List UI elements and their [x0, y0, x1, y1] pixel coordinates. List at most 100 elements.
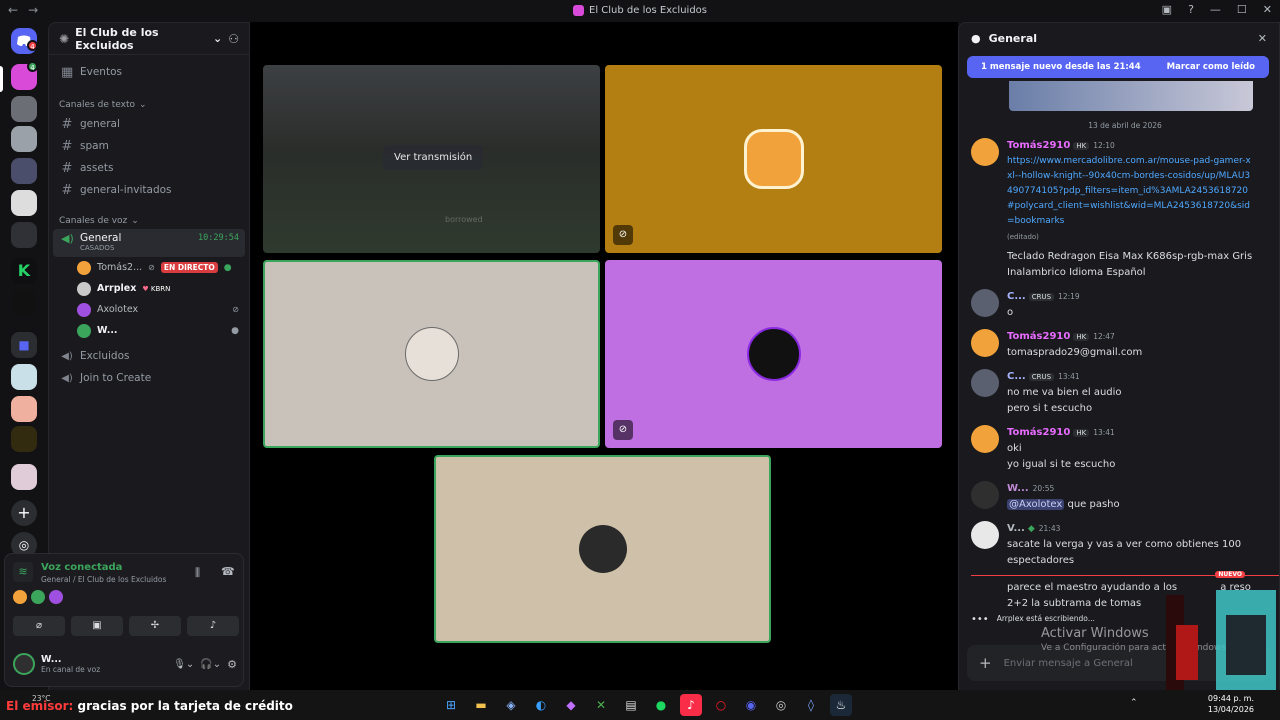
noise-suppression-icon[interactable]: ⫼	[195, 566, 200, 580]
avatar	[77, 281, 91, 296]
image-attachment[interactable]	[1009, 81, 1253, 111]
text-category[interactable]: Canales de texto ⌄	[49, 97, 249, 113]
inbox-icon[interactable]: ▣	[1162, 3, 1172, 16]
edge-icon[interactable]: ◐	[530, 694, 552, 716]
tray-chevron-icon[interactable]: ⌃	[1130, 698, 1138, 708]
tile-tomas[interactable]: ⊘	[605, 65, 942, 253]
avatar[interactable]	[971, 481, 999, 509]
avatar[interactable]	[971, 138, 999, 166]
voice-member-w[interactable]: W... ●	[49, 320, 249, 341]
folder-icon[interactable]: ■	[11, 332, 37, 358]
author-name[interactable]: W...	[1007, 483, 1029, 494]
clock[interactable]: 09:44 p. m. 13/04/2026	[1208, 693, 1254, 715]
server-icon-3[interactable]	[11, 126, 37, 152]
voice-channel-join-to-create[interactable]: ◀) Join to Create	[53, 367, 245, 389]
author-name[interactable]: C...	[1007, 371, 1026, 382]
avatar[interactable]	[971, 289, 999, 317]
voice-category[interactable]: Canales de voz ⌄	[49, 213, 249, 229]
new-messages-banner[interactable]: 1 mensaje nuevo desde las 21:44 Marcar c…	[967, 56, 1269, 78]
watch-stream-button[interactable]: Ver transmisión	[383, 145, 484, 170]
opera-icon[interactable]: ○	[710, 694, 732, 716]
voice-member-tomas[interactable]: Tomás2... ⊘ EN DIRECTO ●	[49, 257, 249, 278]
activity-icon: ●	[223, 262, 232, 273]
server-icon-9[interactable]	[11, 396, 37, 422]
visual-studio-icon[interactable]: ◆	[560, 694, 582, 716]
tile-w[interactable]	[434, 455, 771, 643]
server-icon	[573, 5, 584, 16]
server-icon-4[interactable]	[11, 158, 37, 184]
timestamp: 12:19	[1058, 292, 1080, 301]
close-icon[interactable]: ✕	[1258, 32, 1267, 45]
avatar[interactable]	[971, 369, 999, 397]
camera-off-icon[interactable]: ⌀	[13, 616, 65, 636]
file-explorer-icon[interactable]: ▬	[470, 694, 492, 716]
author-name[interactable]: V...	[1007, 523, 1025, 534]
voice-member-axolotex[interactable]: Axolotex ⊘	[49, 299, 249, 320]
taskbar: 23°C El emisor: gracias por la tarjeta d…	[0, 690, 1280, 720]
add-server-icon[interactable]: +	[11, 500, 37, 526]
invite-icon[interactable]: ⚇	[228, 32, 239, 46]
voice-status[interactable]: Voz conectada	[41, 562, 166, 573]
headphones-icon[interactable]: 🎧⌄	[200, 659, 221, 670]
avatar[interactable]	[971, 425, 999, 453]
kick-icon[interactable]: K	[11, 258, 37, 284]
spotify-icon[interactable]: ●	[650, 694, 672, 716]
microphone-icon[interactable]: 🎙⌄	[173, 659, 194, 670]
vpn-icon[interactable]: ◊	[800, 694, 822, 716]
caption-text: gracias por la tarjeta de crédito	[77, 699, 293, 713]
server-icon-11[interactable]	[11, 464, 37, 490]
new-label: NUEVO	[1215, 571, 1245, 578]
server-icon-2[interactable]	[11, 96, 37, 122]
avatar[interactable]	[971, 521, 999, 549]
voice-member-arrplex[interactable]: Arrplex ♥ KBRN	[49, 278, 249, 299]
close-button[interactable]: ✕	[1263, 3, 1272, 16]
tile-axolotex[interactable]: ⊘	[605, 260, 942, 448]
video-grid: Ver transmisión borrowed ⊘ ⊘	[250, 22, 958, 698]
gear-icon[interactable]: ⚙	[227, 658, 237, 671]
screen-share-icon[interactable]: ▣	[71, 616, 123, 636]
add-attachment-icon[interactable]: +	[979, 654, 992, 672]
message-body: Tomás2910 HK 12:10 https://www.mercadolibr…	[1007, 138, 1255, 281]
channel-assets[interactable]: # assets	[53, 157, 245, 179]
user-status: En canal de voz	[41, 665, 101, 674]
maximize-button[interactable]: ☐	[1237, 3, 1247, 16]
server-icon-10[interactable]	[11, 426, 37, 452]
events-row[interactable]: ▦ Eventos	[53, 61, 245, 83]
taskbar-apps: ⊞ ▬ ◈ ◐ ◆ ✕ ▤ ● ♪ ○ ◉ ◎ ◊ ♨	[440, 694, 852, 716]
server-icon-5[interactable]	[11, 190, 37, 216]
music-icon[interactable]: ♪	[680, 694, 702, 716]
discord-taskbar-icon[interactable]: ◉	[740, 694, 762, 716]
server-header[interactable]: ✺ El Club de los Excluidos ⌄ ⚇	[49, 23, 249, 55]
server-icon-7[interactable]	[11, 290, 37, 316]
soundboard-icon[interactable]: ♪	[187, 616, 239, 636]
author-name[interactable]: Tomás2910	[1007, 331, 1070, 342]
message-link[interactable]: https://www.mercadolibre.com.ar/mouse-pa…	[1007, 154, 1255, 229]
windows-start-icon[interactable]: ⊞	[440, 694, 462, 716]
tile-arrplex[interactable]	[263, 260, 600, 448]
signal-icon[interactable]: ≋	[13, 562, 33, 582]
voice-channel-general[interactable]: ◀) General CASADOS 10:29:54	[53, 229, 245, 257]
voice-channel-excluidos[interactable]: ◀) Excluidos	[53, 345, 245, 367]
channel-general[interactable]: # general	[53, 113, 245, 135]
store-icon[interactable]: ▤	[620, 694, 642, 716]
avatar[interactable]	[971, 329, 999, 357]
author-name[interactable]: Tomás2910	[1007, 140, 1070, 151]
github-icon[interactable]: ◎	[770, 694, 792, 716]
user-mention[interactable]: @Axolotex	[1007, 499, 1065, 510]
minimize-button[interactable]: —	[1210, 3, 1221, 16]
author-name[interactable]: C...	[1007, 291, 1026, 302]
server-icon-6[interactable]	[11, 222, 37, 248]
help-icon[interactable]: ?	[1188, 3, 1194, 16]
disconnect-icon[interactable]: ☎	[221, 565, 235, 578]
channel-spam[interactable]: # spam	[53, 135, 245, 157]
avatar[interactable]	[13, 653, 35, 675]
mark-read-button[interactable]: Marcar como leído	[1167, 62, 1255, 72]
xbox-icon[interactable]: ✕	[590, 694, 612, 716]
steam-icon[interactable]: ♨	[830, 694, 852, 716]
stream-tile[interactable]: Ver transmisión borrowed	[263, 65, 600, 253]
server-icon-8[interactable]	[11, 364, 37, 390]
activities-icon[interactable]: ✢	[129, 616, 181, 636]
copilot-icon[interactable]: ◈	[500, 694, 522, 716]
channel-general-invitados[interactable]: # general-invitados	[53, 179, 245, 201]
author-name[interactable]: Tomás2910	[1007, 427, 1070, 438]
